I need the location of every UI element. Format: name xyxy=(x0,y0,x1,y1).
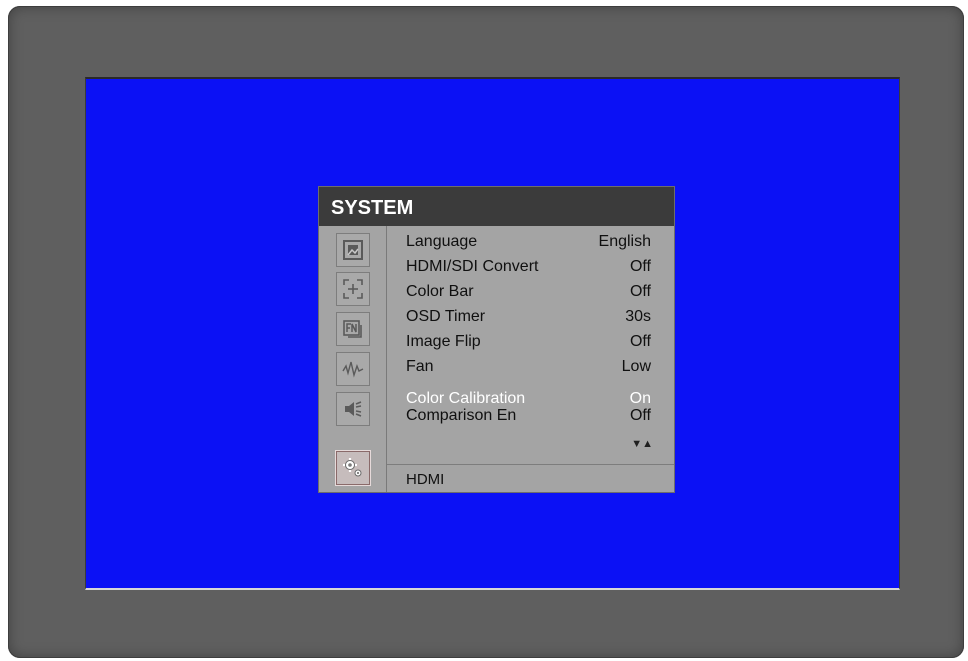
osd-menu: SYSTEM Language English HDMI/SDI Convert… xyxy=(318,186,675,493)
osd-footer-divider xyxy=(387,464,674,465)
menu-item-value: Off xyxy=(629,283,651,300)
menu-item-image-flip[interactable]: Image Flip Off xyxy=(406,333,651,357)
menu-item-value: English xyxy=(598,233,651,250)
menu-item-value: On xyxy=(629,390,651,407)
menu-item-value: 30s xyxy=(625,308,651,325)
input-source-label: HDMI xyxy=(406,471,445,488)
menu-item-color-bar[interactable]: Color Bar Off xyxy=(406,283,651,307)
menu-item-value: Off xyxy=(629,333,651,350)
system-gear-icon[interactable] xyxy=(336,451,370,485)
osd-sidebar xyxy=(319,226,387,492)
menu-item-label: Fan xyxy=(406,358,434,375)
function-icon[interactable] xyxy=(336,312,370,346)
menu-item-label: Color Calibration xyxy=(406,390,526,407)
osd-title: SYSTEM xyxy=(319,187,674,226)
menu-item-label: OSD Timer xyxy=(406,308,486,325)
menu-item-comparison-en[interactable]: Comparison En Off xyxy=(406,407,651,431)
menu-item-label: Image Flip xyxy=(406,333,481,350)
menu-item-label: Comparison En xyxy=(406,407,517,424)
scroll-arrows-icon[interactable]: ▼▲ xyxy=(619,438,653,450)
picture-icon[interactable] xyxy=(336,233,370,267)
menu-item-osd-timer[interactable]: OSD Timer 30s xyxy=(406,308,651,332)
menu-item-label: Language xyxy=(406,233,478,250)
waveform-icon[interactable] xyxy=(336,352,370,386)
marker-icon[interactable] xyxy=(336,272,370,306)
menu-item-language[interactable]: Language English xyxy=(406,233,651,257)
audio-icon[interactable] xyxy=(336,392,370,426)
menu-item-value: Low xyxy=(621,358,651,375)
menu-item-value: Off xyxy=(629,407,651,424)
menu-item-value: Off xyxy=(629,258,651,275)
menu-item-label: Color Bar xyxy=(406,283,474,300)
menu-item-label: HDMI/SDI Convert xyxy=(406,258,539,275)
menu-item-fan[interactable]: Fan Low xyxy=(406,358,651,382)
menu-item-hdmi-sdi-convert[interactable]: HDMI/SDI Convert Off xyxy=(406,258,651,282)
